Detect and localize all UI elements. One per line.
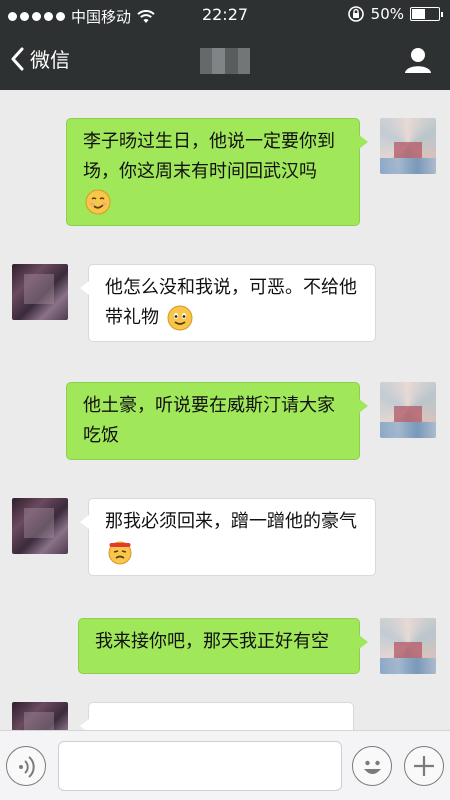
message-row: 我来接你吧，那天我正好有空 bbox=[78, 618, 436, 674]
chat-title-blurred bbox=[200, 48, 250, 74]
message-text: 他土豪，听说要在威斯汀请大家吃饭 bbox=[83, 395, 335, 446]
battery-percent: 50% bbox=[370, 5, 404, 23]
my-avatar[interactable] bbox=[380, 382, 436, 438]
back-label: 微信 bbox=[30, 48, 70, 72]
my-message-bubble[interactable]: 他土豪，听说要在威斯汀请大家吃饭 bbox=[66, 382, 368, 460]
battery-icon bbox=[410, 7, 443, 21]
their-message-bubble[interactable]: 他怎么没和我说，可恶。不给他带礼物 bbox=[80, 264, 376, 342]
contact-avatar[interactable] bbox=[12, 702, 68, 730]
message-row: 他土豪，听说要在威斯汀请大家吃饭 bbox=[66, 382, 436, 460]
plus-icon bbox=[414, 756, 434, 776]
voice-button[interactable] bbox=[6, 746, 46, 786]
status-bar: 中国移动 22:27 50% bbox=[0, 0, 450, 30]
back-button[interactable]: 微信 bbox=[10, 44, 70, 73]
message-text: 我来接你吧，那天我正好有空 bbox=[95, 631, 329, 652]
more-button[interactable] bbox=[404, 746, 444, 786]
message-row: 那我必须回来，蹭一蹭他的豪气 bbox=[12, 498, 376, 576]
message-text: 李子旸过生日，他说一定要你到场，你这周末有时间回武汉吗 bbox=[83, 131, 335, 182]
emoji-button[interactable] bbox=[352, 746, 392, 786]
rotation-lock-icon bbox=[347, 6, 364, 22]
profile-icon[interactable] bbox=[404, 46, 432, 74]
contact-avatar[interactable] bbox=[12, 264, 68, 320]
emoji-icon bbox=[364, 760, 381, 774]
smile-emoji bbox=[167, 305, 193, 331]
message-text: 那我必须回来，蹭一蹭他的豪气 bbox=[105, 511, 357, 532]
contact-avatar[interactable] bbox=[12, 498, 68, 554]
sweat-headband-emoji bbox=[108, 541, 132, 565]
voice-icon bbox=[19, 756, 35, 778]
my-avatar[interactable] bbox=[380, 118, 436, 174]
my-avatar[interactable] bbox=[380, 618, 436, 674]
input-bar bbox=[0, 730, 450, 800]
message-row: 他怎么没和我说，可恶。不给他带礼物 bbox=[12, 264, 376, 342]
their-message-bubble[interactable]: 那我必须回来，蹭一蹭他的豪气 bbox=[80, 498, 376, 576]
my-message-bubble[interactable]: 我来接你吧，那天我正好有空 bbox=[78, 618, 368, 674]
smirk-emoji bbox=[85, 189, 111, 215]
status-right: 50% bbox=[347, 5, 443, 23]
nav-bar: 微信 bbox=[0, 30, 450, 90]
chat-area[interactable]: 李子旸过生日，他说一定要你到场，你这周末有时间回武汉吗 他怎么没和我说，可恶。不… bbox=[0, 90, 450, 730]
my-message-bubble[interactable]: 李子旸过生日，他说一定要你到场，你这周末有时间回武汉吗 bbox=[66, 118, 368, 226]
message-row: 李子旸过生日，他说一定要你到场，你这周末有时间回武汉吗 bbox=[66, 118, 436, 226]
message-row bbox=[12, 702, 354, 730]
their-message-bubble[interactable] bbox=[80, 702, 354, 730]
message-input[interactable] bbox=[58, 741, 342, 791]
chevron-left-icon bbox=[11, 47, 24, 70]
message-text: 他怎么没和我说，可恶。不给他带礼物 bbox=[105, 277, 357, 328]
